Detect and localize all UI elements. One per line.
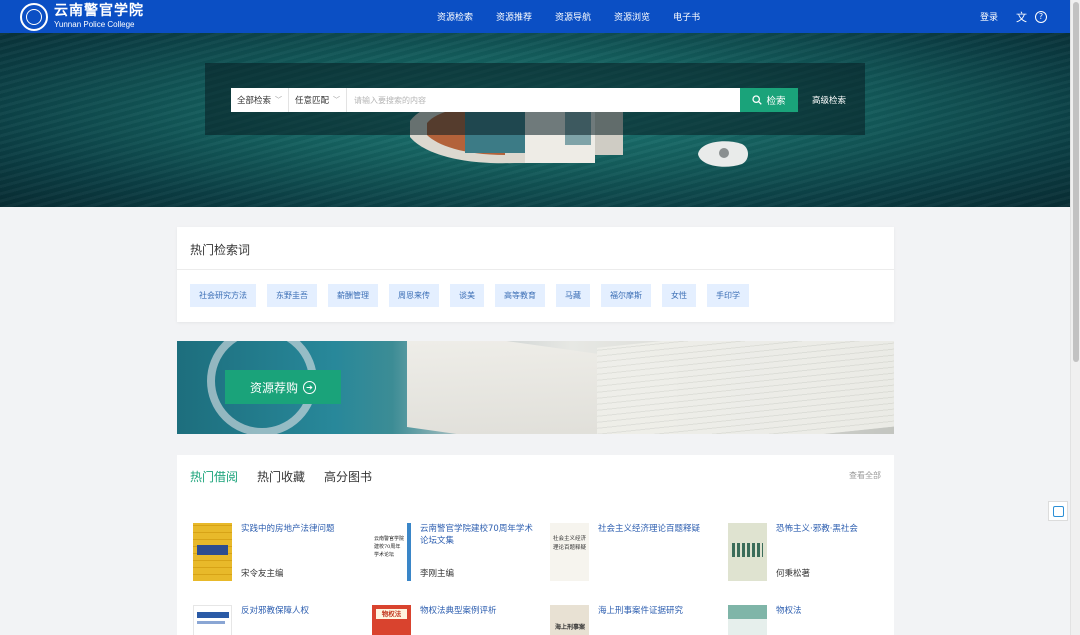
book-cover: [728, 605, 767, 635]
login-link[interactable]: 登录: [980, 10, 998, 23]
book-title[interactable]: 海上刑事案件证据研究: [598, 605, 718, 617]
book-item[interactable]: 物权法: [728, 605, 888, 635]
jetski-image: [698, 141, 748, 167]
nav-resource-search[interactable]: 资源检索: [437, 10, 473, 23]
book-cover: 海上刑事案: [550, 605, 589, 635]
book-cover: [193, 605, 232, 635]
recommend-banner: 资源荐购 ➔: [177, 341, 894, 434]
search-bar: 全部检索 ﹀ 任意匹配 ﹀: [231, 88, 741, 112]
hot-keywords-title: 热门检索词: [190, 243, 251, 257]
logo-name-cn: 云南警官学院: [54, 3, 144, 19]
hot-keyword-list: 社会研究方法 东野圭吾 薪酬管理 周恩来传 谈美 高等教育 马藏 福尔摩斯 女性…: [190, 284, 760, 307]
book-item[interactable]: 物权法 物权法典型案例评析: [372, 605, 532, 635]
book-item[interactable]: 社会主义经济理论百题释疑 社会主义经济理论百题释疑: [550, 523, 710, 583]
book-title[interactable]: 云南警官学院建校70周年学术论坛文集: [420, 523, 540, 547]
hot-keyword-tag[interactable]: 社会研究方法: [190, 284, 256, 307]
nav-resource-browse[interactable]: 资源浏览: [614, 10, 650, 23]
hot-keyword-tag[interactable]: 马藏: [556, 284, 590, 307]
book-title[interactable]: 反对邪教保障人权: [241, 605, 361, 617]
help-icon[interactable]: ?: [1035, 10, 1047, 23]
college-logo[interactable]: 云南警官学院 Yunnan Police College: [20, 2, 144, 31]
chevron-down-icon: ﹀: [275, 96, 283, 104]
resource-recommend-button[interactable]: 资源荐购 ➔: [225, 370, 341, 404]
book-title[interactable]: 物权法典型案例评析: [420, 605, 540, 617]
search-icon: [752, 95, 763, 105]
book-tabs: 热门借阅 热门收藏 高分图书: [190, 468, 391, 485]
chevron-down-icon: ﹀: [333, 96, 341, 104]
book-cover: 社会主义经济理论百题释疑: [550, 523, 589, 581]
translate-icon[interactable]: 文: [1016, 9, 1027, 25]
nav-resource-guide[interactable]: 资源导航: [555, 10, 591, 23]
book-cover: [193, 523, 232, 581]
hero-banner: 全部检索﹀ 任意匹配﹀ 检索 高级检索: [0, 33, 1070, 207]
book-item[interactable]: 海上刑事案 海上刑事案件证据研究: [550, 605, 710, 635]
book-title[interactable]: 实践中的房地产法律问题: [241, 523, 361, 535]
book-title[interactable]: 物权法: [776, 605, 896, 617]
search-button[interactable]: 检索: [740, 88, 798, 112]
hot-keyword-tag[interactable]: 高等教育: [495, 284, 545, 307]
nav-ebook[interactable]: 电子书: [673, 10, 700, 23]
feedback-widget-icon[interactable]: [1048, 501, 1068, 521]
book-author: 李刚主编: [420, 569, 455, 579]
book-title[interactable]: 恐怖主义·邪教·黑社会: [776, 523, 896, 535]
advanced-search-link[interactable]: 高级检索: [812, 88, 846, 112]
scrollbar-thumb[interactable]: [1073, 2, 1079, 362]
hot-keyword-tag[interactable]: 谈美: [450, 284, 484, 307]
college-seal-icon: [20, 2, 48, 31]
tab-hot-collect[interactable]: 热门收藏: [257, 468, 305, 485]
main-nav: 资源检索 资源推荐 资源导航 资源浏览 电子书: [437, 0, 723, 33]
book-cover: [728, 523, 767, 581]
top-header: 云南警官学院 Yunnan Police College 资源检索 资源推荐 资…: [0, 0, 1070, 33]
arrow-right-icon: ➔: [303, 380, 316, 394]
logo-name-en: Yunnan Police College: [54, 20, 135, 29]
search-scope-select[interactable]: 全部检索 ﹀: [231, 88, 290, 112]
search-panel: 全部检索﹀ 任意匹配﹀ 检索 高级检索: [205, 63, 865, 135]
book-item[interactable]: 反对邪教保障人权: [193, 605, 353, 635]
page-scrollbar[interactable]: [1070, 0, 1080, 635]
hot-keyword-tag[interactable]: 东野圭吾: [267, 284, 317, 307]
search-input[interactable]: [347, 88, 741, 112]
book-author: 何秉松著: [776, 569, 811, 579]
hot-keyword-tag[interactable]: 薪酬管理: [328, 284, 378, 307]
view-all-link[interactable]: 查看全部: [849, 470, 881, 481]
popular-books-card: 热门借阅 热门收藏 高分图书 查看全部 实践中的房地产法律问题 宋令友主编 云南…: [177, 455, 894, 635]
hot-keyword-tag[interactable]: 福尔摩斯: [601, 284, 651, 307]
hot-keyword-tag[interactable]: 手印学: [707, 284, 749, 307]
tab-hot-borrow[interactable]: 热门借阅: [190, 468, 238, 485]
hot-keyword-tag[interactable]: 周恩来传: [389, 284, 439, 307]
nav-resource-recommend[interactable]: 资源推荐: [496, 10, 532, 23]
book-item[interactable]: 恐怖主义·邪教·黑社会 何秉松著: [728, 523, 888, 583]
book-author: 宋令友主编: [241, 569, 284, 579]
tab-top-rated[interactable]: 高分图书: [324, 468, 372, 485]
book-cover: 云南警官学院建校70周年学术论坛: [372, 523, 411, 581]
book-cover: 物权法: [372, 605, 411, 635]
hot-keywords-card: 热门检索词 社会研究方法 东野圭吾 薪酬管理 周恩来传 谈美 高等教育 马藏 福…: [177, 227, 894, 322]
book-item[interactable]: 实践中的房地产法律问题 宋令友主编: [193, 523, 353, 583]
book-item[interactable]: 云南警官学院建校70周年学术论坛 云南警官学院建校70周年学术论坛文集 李刚主编: [372, 523, 533, 583]
hot-keyword-tag[interactable]: 女性: [662, 284, 696, 307]
book-title[interactable]: 社会主义经济理论百题释疑: [598, 523, 718, 535]
match-mode-select[interactable]: 任意匹配 ﹀: [289, 88, 348, 112]
